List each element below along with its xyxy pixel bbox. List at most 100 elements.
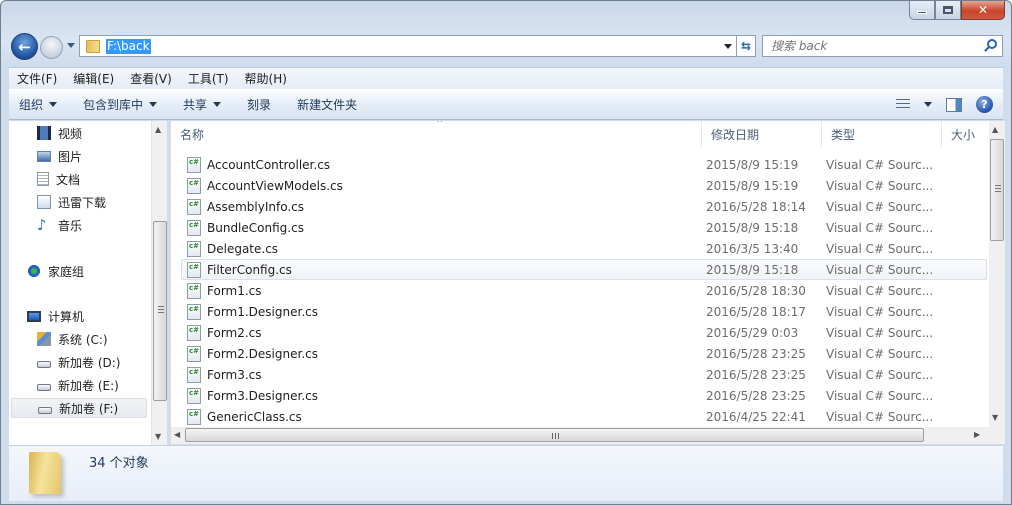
address-bar[interactable]: F:\back — [79, 35, 737, 57]
column-header: ^ 名称 修改日期 类型 大小 — [171, 121, 989, 147]
file-name: Form3.cs — [207, 367, 262, 382]
file-row[interactable]: c# Delegate.cs 2016/3/5 13:40 Visual C# Sou… — [181, 238, 987, 259]
column-type[interactable]: 类型 — [822, 121, 942, 147]
file-row[interactable]: c# BundleConfig.cs 2015/8/9 15:18 Visual C#… — [181, 217, 987, 238]
close-button[interactable]: ✕ — [961, 1, 1005, 20]
scroll-right-icon[interactable]: ▶ — [974, 430, 980, 439]
change-view-icon[interactable] — [896, 98, 910, 111]
file-row[interactable]: c# AccountViewModels.cs 2015/8/9 15:19 Visu… — [181, 175, 987, 196]
command-bar-right: ? — [896, 96, 993, 113]
file-row[interactable]: c# AssemblyInfo.cs 2016/5/28 18:14 Visual C… — [181, 196, 987, 217]
sidebar-item-documents[interactable]: 文档 — [37, 169, 80, 189]
back-arrow-icon: ← — [18, 37, 31, 56]
help-icon[interactable]: ? — [976, 96, 993, 113]
search-box[interactable] — [762, 35, 1003, 57]
file-row[interactable]: c# FilterConfig.cs 2015/8/9 15:18 Visual C#… — [181, 259, 987, 280]
recent-pages-dropdown[interactable] — [67, 43, 75, 48]
sidebar-item-drive-c[interactable]: 系统 (C:) — [37, 329, 108, 349]
file-modified: 2016/3/5 13:40 — [706, 241, 799, 256]
menu-edit[interactable]: 编辑(E) — [65, 70, 122, 87]
include-in-library-button[interactable]: 包含到库中 — [73, 96, 167, 113]
scrollbar-thumb[interactable] — [185, 428, 924, 442]
maximize-button[interactable] — [935, 1, 961, 20]
search-icon[interactable] — [987, 39, 997, 49]
menu-help[interactable]: 帮助(H) — [237, 70, 295, 87]
file-list-scrollbar[interactable]: ▲ ▼ — [989, 121, 1005, 427]
file-row[interactable]: c# Form3.cs 2016/5/28 23:25 Visual C# Sourc… — [181, 364, 987, 385]
view-options-dropdown-icon[interactable] — [924, 102, 932, 107]
sidebar-item-label: 计算机 — [48, 309, 85, 324]
column-modified[interactable]: 修改日期 — [702, 121, 822, 147]
item-count: 34 个对象 — [89, 456, 149, 471]
navigation-bar: ← F:\back ⇆ — [9, 33, 1003, 61]
sidebar-item-xunlei-downloads[interactable]: 迅雷下载 — [37, 192, 106, 212]
navigation-pane-scrollbar[interactable]: ▲ ▼ — [151, 121, 167, 445]
sidebar-item-computer[interactable]: 计算机 — [27, 306, 84, 326]
menu-tools[interactable]: 工具(T) — [180, 70, 237, 87]
sidebar-item-label: 家庭组 — [48, 264, 85, 279]
refresh-icon: ⇆ — [740, 39, 752, 53]
drive-icon — [37, 361, 51, 368]
scrollbar-thumb[interactable] — [153, 221, 167, 401]
sidebar-item-drive-e[interactable]: 新加卷 (E:) — [37, 375, 119, 395]
csharp-file-icon: c# — [187, 303, 201, 320]
scroll-left-icon[interactable]: ◀ — [174, 430, 180, 439]
share-label: 共享 — [183, 98, 208, 112]
forward-button[interactable] — [40, 36, 63, 59]
sidebar-item-drive-f[interactable]: 新加卷 (F:) — [11, 398, 147, 418]
new-folder-button[interactable]: 新建文件夹 — [287, 96, 367, 113]
organize-button[interactable]: 组织 — [9, 96, 67, 113]
back-button[interactable]: ← — [11, 33, 38, 60]
sidebar-item-drive-d[interactable]: 新加卷 (D:) — [37, 352, 120, 372]
navigation-pane: 视频 图片 文档 迅雷下载 ♪ 音乐 家庭组 计算机 系统 (C:) 新加卷 (… — [9, 121, 167, 445]
sidebar-item-pictures[interactable]: 图片 — [37, 146, 82, 166]
grip-line — [552, 433, 553, 439]
menu-file[interactable]: 文件(F) — [9, 70, 65, 87]
menu-view[interactable]: 查看(V) — [122, 70, 180, 87]
file-row[interactable]: c# Form3.Designer.cs 2016/5/28 23:25 Visual… — [181, 385, 987, 406]
minimize-button[interactable] — [909, 1, 935, 20]
horizontal-scrollbar[interactable]: ◀ ▶ — [171, 427, 989, 444]
file-row[interactable]: c# Form1.cs 2016/5/28 18:30 Visual C# Sourc… — [181, 280, 987, 301]
burn-button[interactable]: 刻录 — [237, 96, 281, 113]
organize-label: 组织 — [19, 98, 44, 112]
file-modified: 2016/5/28 18:14 — [706, 199, 806, 214]
preview-pane-icon[interactable] — [946, 97, 962, 112]
sidebar-item-music[interactable]: ♪ 音乐 — [37, 215, 82, 235]
address-dropdown-icon[interactable] — [724, 44, 732, 49]
scroll-down-icon[interactable]: ▼ — [155, 432, 161, 441]
scroll-up-icon[interactable]: ▲ — [155, 125, 161, 134]
scrollbar-thumb[interactable] — [990, 139, 1004, 241]
file-name-cell: c# Form2.Designer.cs — [182, 345, 706, 362]
column-name[interactable]: 名称 — [171, 121, 702, 147]
scroll-up-icon[interactable]: ▲ — [992, 125, 998, 134]
file-row[interactable]: c# AccountController.cs 2015/8/9 15:19 Visu… — [181, 154, 987, 175]
documents-library-icon — [37, 172, 49, 186]
file-name: AccountViewModels.cs — [207, 178, 343, 193]
column-size[interactable]: 大小 — [942, 121, 989, 147]
refresh-button[interactable]: ⇆ — [736, 35, 756, 57]
address-path[interactable]: F:\back — [106, 38, 151, 54]
file-row[interactable]: c# Form1.Designer.cs 2016/5/28 18:17 Visual… — [181, 301, 987, 322]
search-input[interactable] — [771, 39, 971, 53]
grip-line — [158, 312, 164, 313]
scroll-down-icon[interactable]: ▼ — [992, 413, 998, 422]
sidebar-item-label: 新加卷 (D:) — [58, 355, 121, 370]
sidebar-item-label: 迅雷下载 — [58, 195, 107, 210]
file-modified: 2016/5/29 0:03 — [706, 325, 799, 340]
file-type: Visual C# Sourc... — [826, 367, 934, 382]
sidebar-item-videos[interactable]: 视频 — [37, 123, 82, 143]
explorer-window: ✕ ← F:\back ⇆ 文件(F) 编辑(E) 查看(V) 工具(T) 帮助… — [0, 0, 1012, 505]
share-button[interactable]: 共享 — [173, 96, 231, 113]
csharp-file-icon: c# — [187, 261, 201, 278]
file-name: Form1.cs — [207, 283, 262, 298]
file-row[interactable]: c# Form2.cs 2016/5/29 0:03 Visual C# Sourc.… — [181, 322, 987, 343]
file-type: Visual C# Sourc... — [826, 409, 934, 424]
file-row[interactable]: c# GenericClass.cs 2016/4/25 22:41 Visual C… — [181, 406, 987, 427]
file-name-cell: c# Form3.cs — [182, 366, 706, 383]
file-name-cell: c# AccountViewModels.cs — [182, 177, 706, 194]
csharp-file-icon: c# — [187, 408, 201, 425]
file-row[interactable]: c# Form2.Designer.cs 2016/5/28 23:25 Visual… — [181, 343, 987, 364]
column-modified-label: 修改日期 — [711, 127, 760, 142]
sidebar-item-homegroup[interactable]: 家庭组 — [27, 261, 84, 281]
